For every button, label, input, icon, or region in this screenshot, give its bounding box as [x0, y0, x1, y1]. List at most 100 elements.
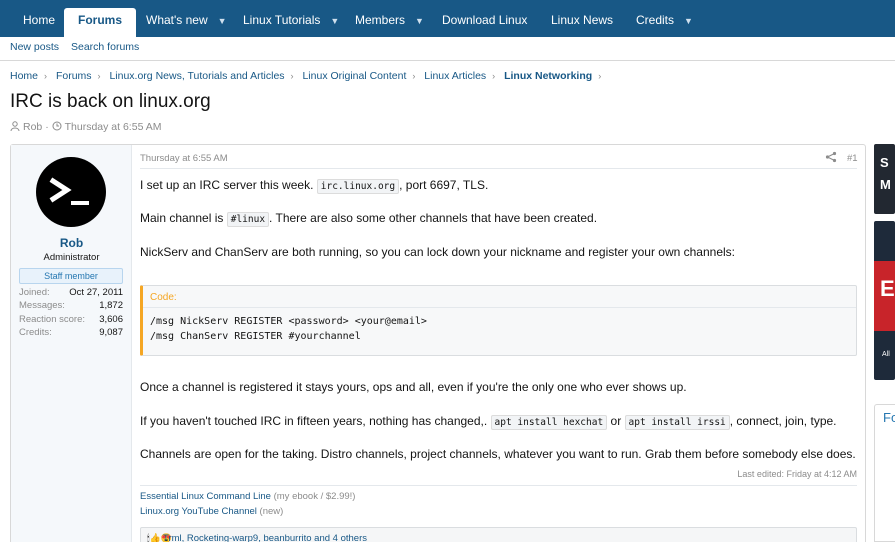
text-span: I set up an IRC server this week.: [140, 178, 317, 192]
inline-code: apt install hexchat: [490, 415, 608, 430]
chevron-right-icon: ›: [97, 71, 101, 81]
code-line: /msg NickServ REGISTER <password> <your@…: [150, 316, 427, 327]
share-icon[interactable]: [825, 151, 837, 163]
nav-tab-whats-new[interactable]: What's new ▼: [146, 0, 227, 37]
stat-value: 1,872: [99, 300, 123, 311]
chevron-right-icon: ›: [290, 71, 294, 81]
ad-text: E: [880, 276, 895, 301]
nav-tab-label: Home: [23, 13, 56, 27]
staff-badge: Staff member: [19, 268, 123, 284]
chevron-right-icon: ›: [492, 71, 496, 81]
signature-youtube-link[interactable]: Linux.org YouTube Channel: [140, 506, 257, 517]
nav-tab-label: Download Linux: [442, 13, 528, 27]
post-timestamp-link[interactable]: Thursday at 6:55 AM: [140, 153, 228, 164]
text-span: , port 6697, TLS.: [399, 178, 489, 192]
breadcrumb-news-tutorials[interactable]: Linux.org News, Tutorials and Articles: [109, 70, 284, 82]
signature-note: (new): [256, 506, 284, 517]
thread-author-link[interactable]: Rob: [23, 121, 42, 133]
nav-tab-members[interactable]: Members ▼: [355, 0, 424, 37]
post-body: Thursday at 6:55 AM #1 I set up an IRC s…: [132, 145, 865, 542]
stat-label: Messages:: [19, 300, 65, 311]
divider: [140, 485, 857, 486]
nav-tab-home[interactable]: Home: [23, 0, 55, 37]
new-posts-link[interactable]: New posts: [10, 41, 59, 53]
post-paragraph: Main channel is #linux. There are also s…: [140, 211, 598, 227]
username-link[interactable]: Rob: [11, 236, 132, 250]
sidebar-ad-banner[interactable]: E All: [874, 221, 895, 380]
post-paragraph: I set up an IRC server this week. irc.li…: [140, 178, 489, 194]
post-paragraph: Channels are open for the taking. Distro…: [140, 447, 856, 461]
breadcrumb-linux-articles[interactable]: Linux Articles: [424, 70, 486, 82]
chevron-right-icon: ›: [598, 71, 602, 81]
code-line: /msg ChanServ REGISTER #yourchannel: [150, 331, 361, 342]
chevron-down-icon[interactable]: ▼: [684, 16, 693, 26]
sub-navigation: New posts Search forums: [0, 37, 895, 61]
nav-tab-forums[interactable]: Forums: [64, 8, 137, 37]
search-forums-link[interactable]: Search forums: [71, 41, 139, 53]
nav-tab-download-linux[interactable]: Download Linux: [442, 0, 527, 37]
breadcrumb-linux-networking[interactable]: Linux Networking: [504, 70, 592, 82]
nav-tab-linux-tutorials[interactable]: Linux Tutorials ▼: [243, 0, 339, 37]
sidebar-block: Fo: [874, 404, 895, 542]
inline-code: irc.linux.org: [316, 179, 400, 194]
signature-note: (my ebook / $2.99!): [270, 491, 356, 502]
post-user-panel: Rob Administrator Staff member Joined: Oc…: [11, 145, 132, 542]
sidebar-ad-banner[interactable]: S M: [874, 144, 895, 214]
user-icon: [10, 121, 20, 131]
text-span: , connect, join, type.: [729, 414, 837, 428]
nav-tab-label: What's new: [146, 13, 208, 27]
top-navigation: Home Forums What's new ▼ Linux Tutorials ▼…: [0, 0, 895, 37]
nav-tab-label: Credits: [636, 13, 675, 27]
nav-tab-label: Linux Tutorials: [243, 13, 321, 27]
last-edited-note: Last edited: Friday at 4:12 AM: [737, 469, 857, 479]
divider: [143, 307, 856, 308]
stat-value: Oct 27, 2011: [69, 287, 123, 298]
stat-label: Joined:: [19, 287, 50, 298]
nav-tab-linux-news[interactable]: Linux News: [551, 0, 613, 37]
text-span: or: [607, 414, 625, 428]
divider: [140, 168, 857, 169]
breadcrumb: Home › Forums › Linux.org News, Tutorials …: [10, 70, 607, 82]
signature-line: Linux.org YouTube Channel (new): [140, 506, 283, 517]
clock-icon: [52, 121, 62, 131]
sidebar-block-title[interactable]: Fo: [883, 410, 895, 425]
chevron-down-icon[interactable]: ▼: [415, 16, 424, 26]
code-block-label: Code:: [150, 292, 177, 303]
post-paragraph: If you haven't touched IRC in fifteen ye…: [140, 414, 837, 430]
nav-tab-label: Linux News: [551, 13, 614, 27]
nav-tab-label: Forums: [78, 13, 123, 27]
post-number-link[interactable]: #1: [847, 153, 858, 164]
reactions-bar: 🕯👍😍 Trml, Rocketing-warp9, beanburrito a…: [140, 527, 857, 542]
post-message: Rob Administrator Staff member Joined: Oc…: [10, 144, 866, 542]
stat-value: 3,606: [99, 314, 123, 325]
signature-line: Essential Linux Command Line (my ebook /…: [140, 491, 355, 502]
stat-value: 9,087: [99, 327, 123, 338]
text-span: . There are also some other channels tha…: [269, 211, 598, 225]
thread-date-link[interactable]: Thursday at 6:55 AM: [65, 121, 162, 133]
post-paragraph: Once a channel is registered it stays yo…: [140, 380, 687, 394]
text-span: Main channel is: [140, 211, 227, 225]
user-title: Administrator: [43, 252, 100, 263]
chevron-down-icon[interactable]: ▼: [218, 16, 227, 26]
post-paragraph: NickServ and ChanServ are both running, …: [140, 245, 735, 259]
chevron-right-icon: ›: [44, 71, 48, 81]
chevron-right-icon: ›: [412, 71, 416, 81]
ad-small-text: All: [882, 351, 890, 358]
breadcrumb-original-content[interactable]: Linux Original Content: [302, 70, 406, 82]
stat-label: Reaction score:: [19, 314, 86, 325]
signature-ebook-link[interactable]: Essential Linux Command Line: [140, 491, 271, 502]
terminal-icon: [49, 177, 89, 205]
breadcrumb-home[interactable]: Home: [10, 70, 38, 82]
code-block: Code: /msg NickServ REGISTER <password> …: [140, 285, 857, 356]
chevron-down-icon[interactable]: ▼: [330, 16, 339, 26]
thread-meta: Rob · Thursday at 6:55 AM: [10, 121, 162, 133]
breadcrumb-forums[interactable]: Forums: [56, 70, 92, 82]
avatar[interactable]: [36, 157, 106, 227]
inline-code: #linux: [226, 212, 270, 227]
text-span: If you haven't touched IRC in fifteen ye…: [140, 414, 491, 428]
ad-text: S M: [880, 155, 891, 192]
reactions-list-link[interactable]: Trml, Rocketing-warp9, beanburrito and 4…: [163, 533, 367, 542]
page-title: IRC is back on linux.org: [10, 91, 211, 112]
nav-tab-credits[interactable]: Credits ▼: [636, 0, 693, 37]
inline-code: apt install irssi: [624, 415, 730, 430]
